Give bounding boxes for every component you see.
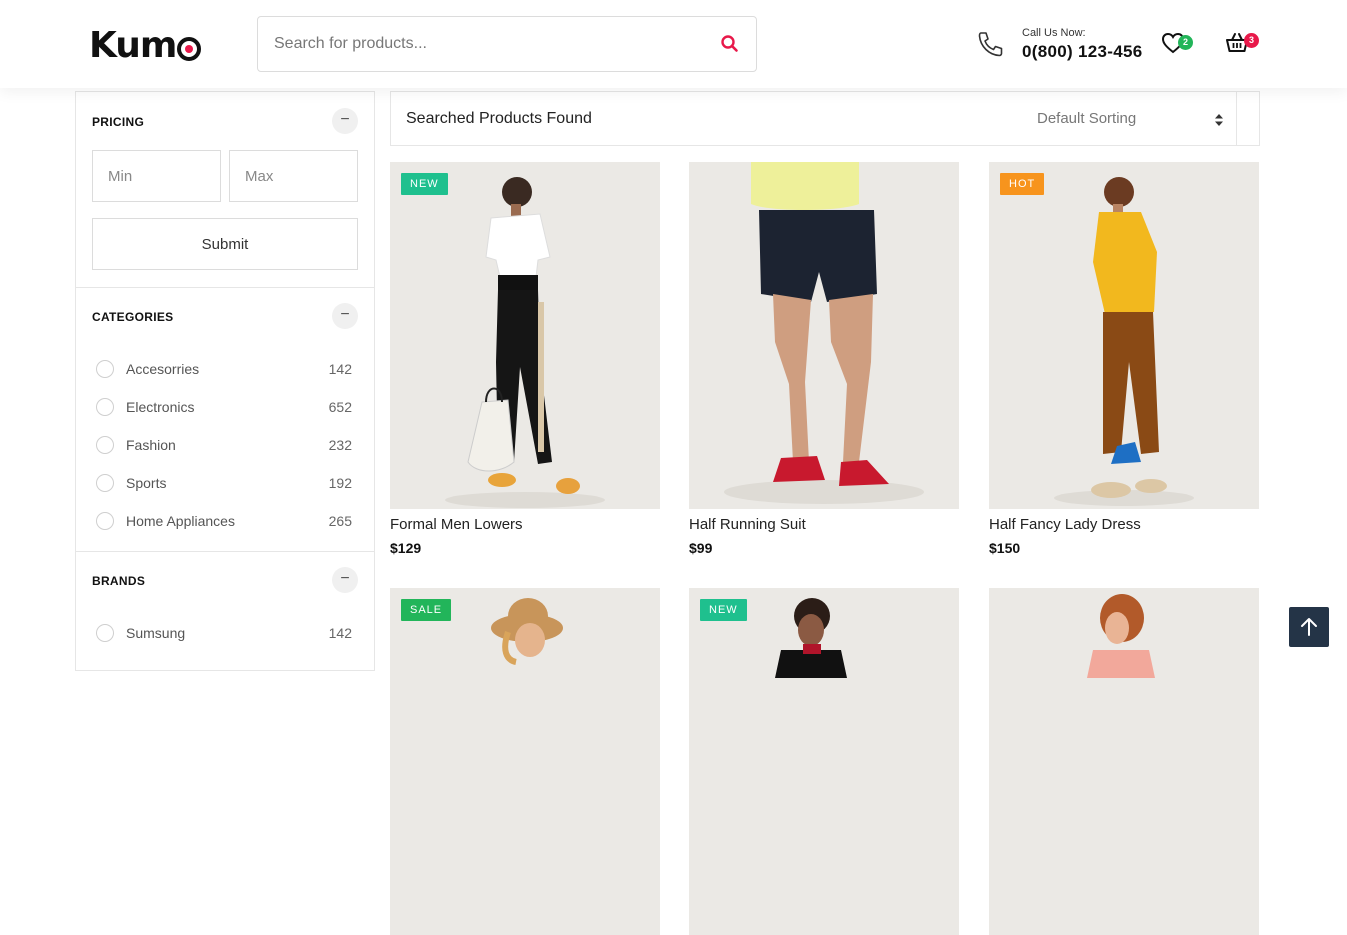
category-label: Electronics bbox=[126, 399, 195, 415]
category-item-accessories[interactable]: Accesorries 142 bbox=[96, 358, 356, 380]
pricing-collapse-button[interactable]: − bbox=[332, 108, 358, 134]
brand-label: Sumsung bbox=[126, 625, 186, 641]
category-item-electronics[interactable]: Electronics 652 bbox=[96, 396, 356, 418]
category-radio[interactable] bbox=[96, 474, 114, 492]
brand-item-sumsung[interactable]: Sumsung 142 bbox=[96, 622, 356, 644]
price-min-input[interactable] bbox=[92, 150, 221, 202]
category-radio[interactable] bbox=[96, 360, 114, 378]
price-submit-button[interactable]: Submit bbox=[92, 218, 358, 270]
product-image[interactable]: NEW bbox=[689, 588, 959, 935]
search-icon[interactable] bbox=[720, 34, 740, 54]
minus-icon: − bbox=[340, 306, 350, 323]
category-count: 142 bbox=[328, 361, 352, 377]
category-label: Sports bbox=[126, 475, 167, 491]
arrow-up-icon bbox=[1301, 618, 1317, 636]
results-toolbar: Searched Products Found Default Sorting bbox=[390, 91, 1260, 146]
product-image[interactable] bbox=[689, 162, 959, 509]
logo-text: Kum bbox=[89, 25, 177, 66]
category-count: 232 bbox=[328, 437, 352, 453]
category-label: Fashion bbox=[126, 437, 176, 453]
category-item-sports[interactable]: Sports 192 bbox=[96, 472, 356, 494]
brands-title: BRANDS bbox=[92, 574, 146, 588]
category-radio[interactable] bbox=[96, 512, 114, 530]
categories-title: CATEGORIES bbox=[92, 310, 174, 324]
categories-collapse-button[interactable]: − bbox=[332, 303, 358, 329]
search-box bbox=[257, 16, 757, 72]
category-radio[interactable] bbox=[96, 398, 114, 416]
minus-icon: − bbox=[340, 111, 350, 128]
divider bbox=[76, 551, 374, 552]
price-max-input[interactable] bbox=[229, 150, 358, 202]
product-name[interactable]: Half Running Suit bbox=[689, 516, 806, 533]
category-radio[interactable] bbox=[96, 436, 114, 454]
sort-label: Default Sorting bbox=[1037, 110, 1137, 127]
sort-select[interactable]: Default Sorting bbox=[1037, 92, 1237, 145]
category-label: Accesorries bbox=[126, 361, 200, 377]
category-item-fashion[interactable]: Fashion 232 bbox=[96, 434, 356, 456]
product-image[interactable]: SALE bbox=[390, 588, 660, 935]
filter-sidebar: PRICING − Submit CATEGORIES − Accesorrie… bbox=[75, 91, 375, 671]
minus-icon: − bbox=[340, 570, 350, 587]
logo[interactable]: Kum bbox=[89, 25, 202, 66]
phone-icon bbox=[976, 30, 1006, 58]
wishlist-count-badge: 2 bbox=[1178, 35, 1193, 50]
pricing-title: PRICING bbox=[92, 115, 145, 129]
product-tag: NEW bbox=[401, 173, 448, 195]
product-tag: HOT bbox=[1000, 173, 1045, 195]
category-label: Home Appliances bbox=[126, 513, 235, 529]
product-image[interactable]: NEW bbox=[390, 162, 660, 509]
scroll-to-top-button[interactable] bbox=[1289, 607, 1329, 647]
cart-count-badge: 3 bbox=[1244, 33, 1259, 48]
product-image[interactable]: HOT bbox=[989, 162, 1259, 509]
divider bbox=[76, 287, 374, 288]
product-name[interactable]: Half Fancy Lady Dress bbox=[989, 516, 1141, 533]
logo-dot-icon bbox=[177, 37, 202, 61]
category-count: 652 bbox=[328, 399, 352, 415]
category-count: 192 bbox=[328, 475, 352, 491]
call-number[interactable]: 0(800) 123-456 bbox=[1022, 42, 1142, 62]
product-price: $129 bbox=[390, 540, 422, 556]
search-input[interactable] bbox=[274, 17, 704, 71]
call-label: Call Us Now: bbox=[1022, 27, 1086, 39]
category-count: 265 bbox=[328, 513, 352, 529]
brand-count: 142 bbox=[328, 625, 352, 641]
product-price: $99 bbox=[689, 540, 713, 556]
product-tag: SALE bbox=[401, 599, 452, 621]
product-price: $150 bbox=[989, 540, 1021, 556]
results-title: Searched Products Found bbox=[406, 110, 592, 127]
sort-arrows-icon bbox=[1215, 113, 1223, 126]
brand-radio[interactable] bbox=[96, 624, 114, 642]
brands-collapse-button[interactable]: − bbox=[332, 567, 358, 593]
product-image[interactable] bbox=[989, 588, 1259, 935]
site-header: Kum Call Us Now: 0(800) 123-456 2 3 bbox=[0, 0, 1347, 88]
category-item-home-appliances[interactable]: Home Appliances 265 bbox=[96, 510, 356, 532]
product-name[interactable]: Formal Men Lowers bbox=[390, 516, 523, 533]
product-tag: NEW bbox=[700, 599, 747, 621]
